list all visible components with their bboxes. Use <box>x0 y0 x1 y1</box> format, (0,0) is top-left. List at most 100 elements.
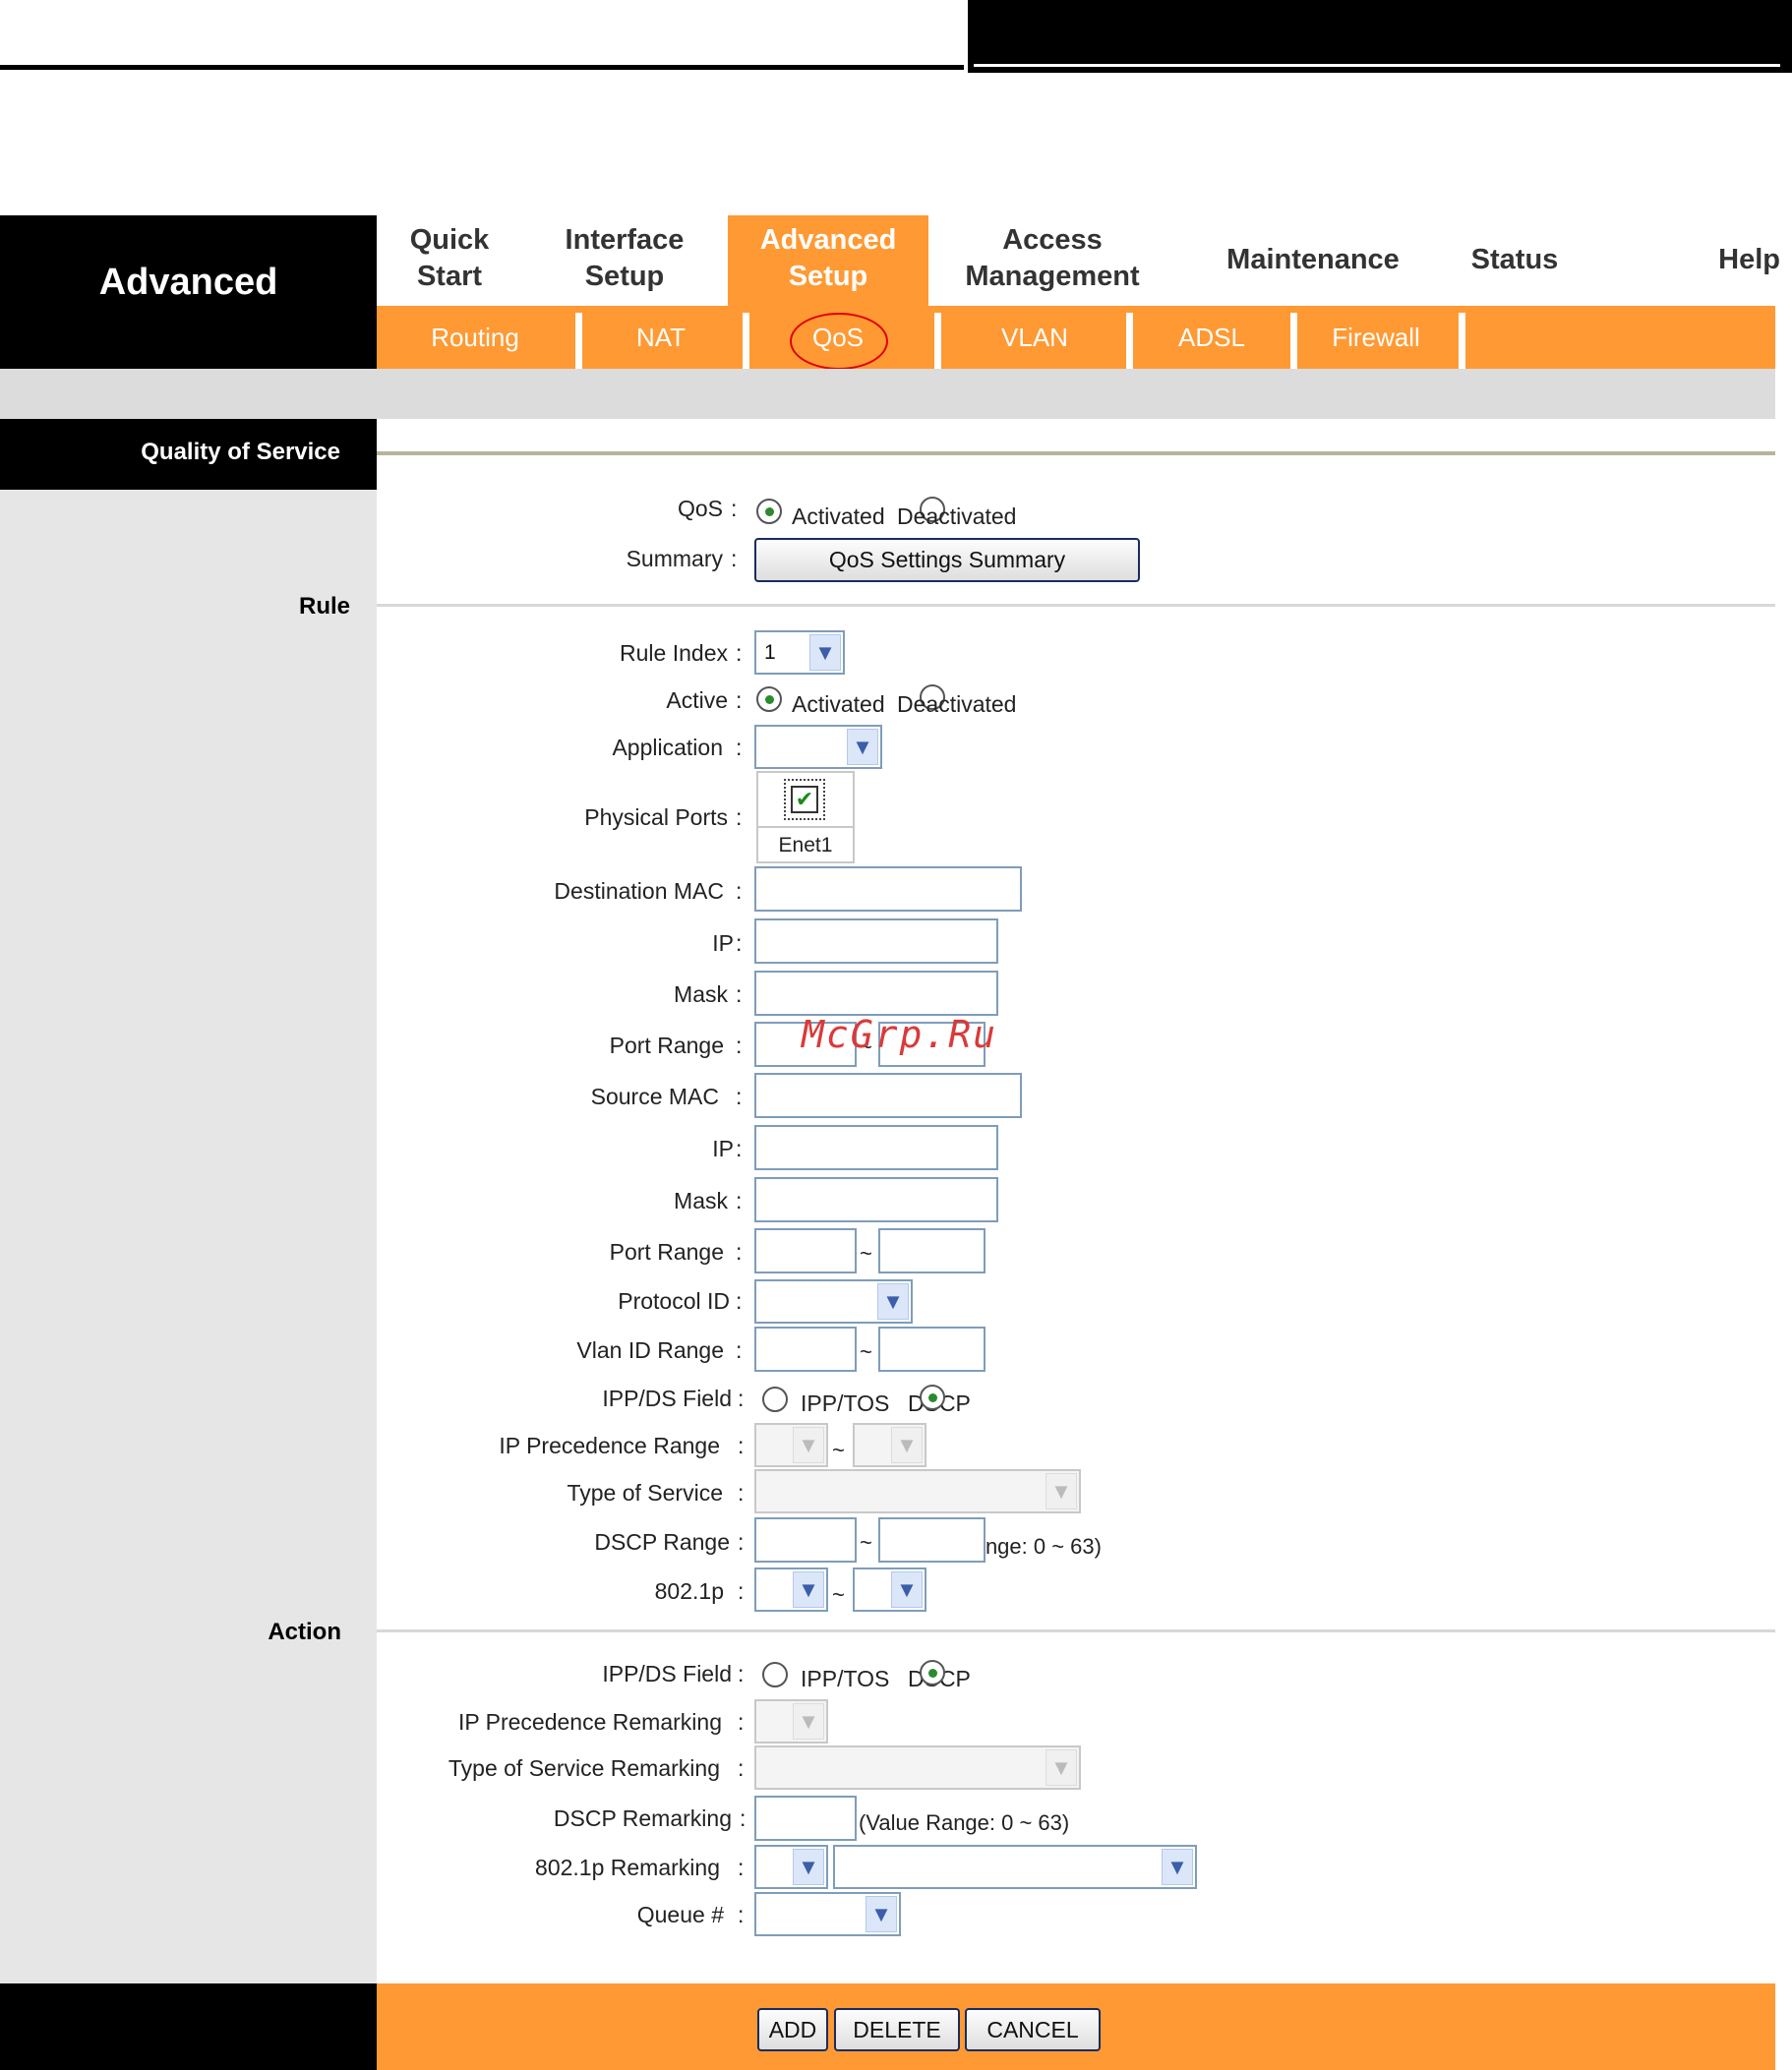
chevron-down-icon: ▼ <box>891 1427 923 1463</box>
nav-advanced-setup[interactable]: Advanced Setup <box>728 222 928 295</box>
chevron-down-icon: ▼ <box>891 1571 923 1608</box>
chevron-down-icon: ▼ <box>793 1703 824 1740</box>
protocol-id-label: Protocol ID <box>618 1288 730 1314</box>
dot1p-remarking-label: 802.1p Remarking <box>535 1855 720 1880</box>
source-mask-label: Mask <box>674 1188 728 1213</box>
subnav-adsl[interactable]: ADSL <box>1133 306 1290 369</box>
protocol-id-select[interactable]: ▼ <box>754 1279 913 1324</box>
vlan-id-start-input[interactable] <box>754 1327 857 1372</box>
dot1p-end-select[interactable]: ▼ <box>853 1567 926 1612</box>
footer-left-block <box>0 1983 377 2070</box>
subnav-vlan[interactable]: VLAN <box>941 306 1128 369</box>
chevron-down-icon: ▼ <box>1045 1473 1077 1509</box>
rule-index-select[interactable]: 1 ▼ <box>754 630 845 675</box>
chevron-down-icon: ▼ <box>809 634 841 671</box>
action-ipp-ds-field-label: IPP/DS Field <box>602 1661 732 1686</box>
type-of-service-select[interactable]: ▼ <box>754 1469 1081 1513</box>
source-port-end-input[interactable] <box>878 1228 986 1273</box>
subnav-divider <box>934 313 941 369</box>
vlan-id-end-input[interactable] <box>878 1327 986 1372</box>
nav-quick-start-line1: Quick <box>409 224 490 256</box>
destination-ip-label: IP <box>712 930 734 956</box>
colon: : <box>736 1239 743 1265</box>
qos-settings-summary-button[interactable]: QoS Settings Summary <box>754 538 1140 582</box>
nav-quick-start[interactable]: Quick Start <box>377 222 522 295</box>
nav-advanced-setup-line1: Advanced <box>759 224 897 256</box>
document-header-inner <box>974 0 1780 67</box>
dscp-range-end-input[interactable] <box>878 1517 986 1563</box>
chevron-down-icon: ▼ <box>793 1849 824 1885</box>
rule-deactivated-label: Deactivated <box>897 691 1017 717</box>
rule-activated-radio[interactable] <box>756 686 782 712</box>
colon: : <box>736 930 743 956</box>
tos-remarking-select[interactable]: ▼ <box>754 1745 1081 1790</box>
colon: : <box>731 546 738 571</box>
source-ip-input[interactable] <box>754 1125 998 1170</box>
action-dscp-radio[interactable] <box>920 1660 945 1686</box>
rule-index-label: Rule Index <box>620 640 728 666</box>
colon: : <box>736 735 743 760</box>
ip-precedence-start-select[interactable]: ▼ <box>754 1423 828 1467</box>
enet1-checkbox[interactable]: ✔ <box>791 786 818 813</box>
source-port-start-input[interactable] <box>754 1228 857 1273</box>
queue-select[interactable]: ▼ <box>754 1892 901 1936</box>
colon: : <box>738 1529 745 1555</box>
ip-precedence-end-select[interactable]: ▼ <box>853 1423 926 1467</box>
cancel-button[interactable]: CANCEL <box>965 2008 1101 2051</box>
dot1p-remarking-detail-select[interactable]: ▼ <box>833 1845 1197 1889</box>
ip-precedence-range-label: IP Precedence Range <box>499 1433 720 1458</box>
destination-ip-input[interactable] <box>754 918 998 964</box>
subnav-nat[interactable]: NAT <box>582 306 740 369</box>
dot1p-remarking-select[interactable]: ▼ <box>754 1845 828 1889</box>
subnav-divider <box>575 313 582 369</box>
colon: : <box>736 640 743 666</box>
rule-dscp-radio[interactable] <box>920 1385 945 1410</box>
dscp-range-start-input[interactable] <box>754 1517 857 1563</box>
subnav-firewall[interactable]: Firewall <box>1297 306 1455 369</box>
rule-index-value: 1 <box>764 640 776 664</box>
range-separator: ~ <box>860 1241 872 1266</box>
ip-precedence-remarking-select[interactable]: ▼ <box>754 1699 828 1744</box>
colon: : <box>736 1136 743 1161</box>
colon: : <box>736 687 743 713</box>
qos-highlight-circle <box>790 313 888 370</box>
nav-help[interactable]: Help <box>1672 242 1780 278</box>
nav-interface-setup[interactable]: Interface Setup <box>541 222 708 295</box>
source-ip-label: IP <box>712 1136 734 1161</box>
document-header-rule <box>0 65 964 70</box>
nav-maintenance[interactable]: Maintenance <box>1205 242 1421 278</box>
chevron-down-icon: ▼ <box>1162 1849 1193 1885</box>
application-select[interactable]: ▼ <box>754 725 882 769</box>
source-port-range-label: Port Range <box>609 1239 724 1265</box>
chevron-down-icon: ▼ <box>866 1896 897 1932</box>
nav-status[interactable]: Status <box>1446 242 1583 278</box>
destination-mac-input[interactable] <box>754 866 1022 912</box>
colon: : <box>736 1288 743 1314</box>
source-mac-label: Source MAC <box>590 1084 719 1109</box>
nav-access-management[interactable]: Access Management <box>944 222 1161 295</box>
add-button[interactable]: ADD <box>757 2008 828 2051</box>
source-mac-input[interactable] <box>754 1073 1022 1118</box>
colon: : <box>738 1661 745 1686</box>
colon: : <box>738 1480 745 1506</box>
subnav-divider <box>1290 313 1297 369</box>
colon: : <box>738 1855 745 1880</box>
dscp-remarking-hint: (Value Range: 0 ~ 63) <box>859 1810 1070 1835</box>
dot1p-start-select[interactable]: ▼ <box>754 1567 828 1612</box>
queue-label: Queue # <box>636 1902 724 1927</box>
colon: : <box>736 1188 743 1213</box>
qos-activated-radio[interactable] <box>756 499 782 524</box>
range-separator: ~ <box>860 1530 872 1555</box>
nav-interface-setup-line2: Setup <box>584 261 665 292</box>
destination-mask-input[interactable] <box>754 971 998 1016</box>
nav-advanced-setup-line2: Setup <box>788 261 868 292</box>
colon: : <box>738 1578 745 1604</box>
source-mask-input[interactable] <box>754 1177 998 1222</box>
subnav-routing[interactable]: Routing <box>377 306 573 369</box>
rule-ipp-tos-radio[interactable] <box>762 1387 788 1412</box>
dscp-remarking-input[interactable] <box>754 1796 857 1841</box>
delete-button[interactable]: DELETE <box>834 2008 960 2051</box>
action-ipp-tos-radio[interactable] <box>762 1662 788 1687</box>
rule-section-label: Rule <box>298 593 350 620</box>
colon: : <box>736 878 743 904</box>
